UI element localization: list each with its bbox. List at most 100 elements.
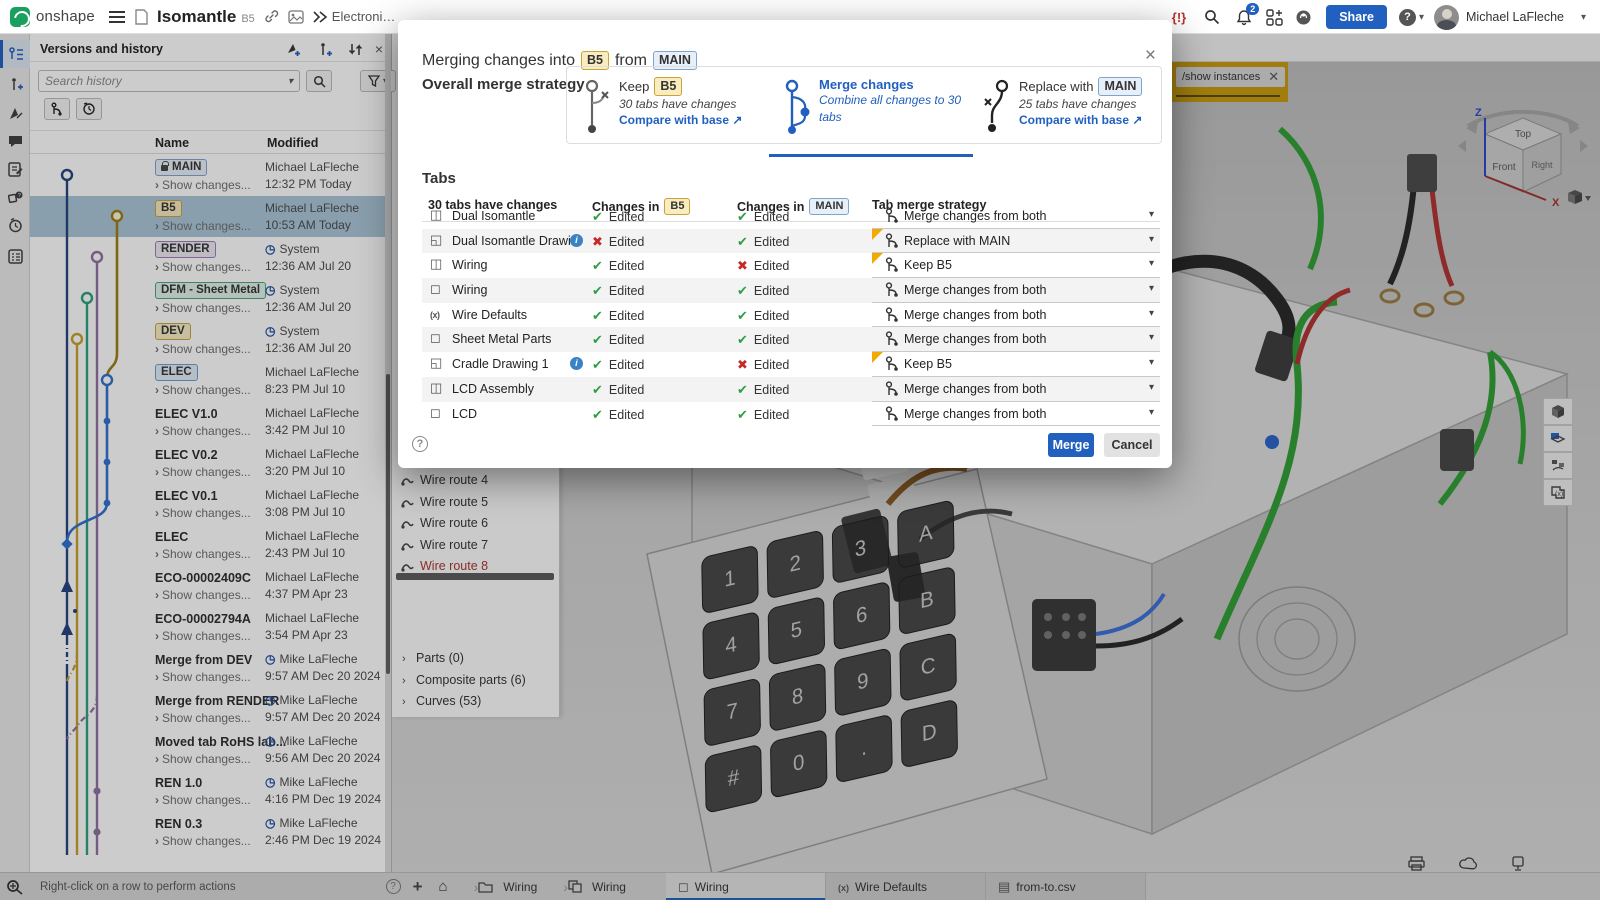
notifications-bell-icon[interactable]: 2: [1236, 9, 1252, 26]
strategy-option-merge[interactable]: Merge changes Combine all changes to 30 …: [783, 77, 969, 145]
document-icon: [134, 9, 149, 25]
main-change-status-icon: [737, 357, 748, 373]
branch-strategy-icon: [885, 233, 899, 249]
linked-document-icon[interactable]: [313, 10, 328, 24]
onshape-logo-text: onshape: [36, 8, 95, 25]
b5-change-status-icon: [592, 258, 603, 274]
edited-label: Edited: [754, 383, 789, 397]
tab-merge-strategy-select[interactable]: Merge changes from both ▾: [872, 377, 1160, 402]
main-menu-icon[interactable]: [109, 11, 125, 23]
tab-type-icon: [430, 331, 441, 344]
info-icon[interactable]: [570, 234, 583, 247]
tab-name: LCD Assembly: [452, 382, 534, 396]
link-icon[interactable]: [264, 9, 279, 24]
tab-type-icon: [430, 356, 442, 369]
tab-name: LCD: [452, 407, 477, 421]
tab-merge-strategy-select[interactable]: Merge changes from both ▾: [872, 204, 1160, 229]
tab-type-icon: [430, 257, 442, 270]
tabs-heading: Tabs: [422, 170, 456, 187]
onshape-logo-icon: [10, 7, 30, 27]
merge-tab-row[interactable]: Dual Isomantle Edited Edited: [422, 204, 1160, 229]
b5-change-status-icon: [592, 308, 603, 324]
tab-type-icon: [430, 307, 440, 320]
insert-image-icon[interactable]: [288, 10, 304, 24]
keep-branch-icon: [583, 79, 613, 135]
tab-merge-strategy-select[interactable]: Merge changes from both ▾: [872, 278, 1160, 303]
tab-type-icon: [430, 233, 442, 246]
edited-label: Edited: [609, 358, 644, 372]
edited-label: Edited: [609, 309, 644, 323]
chevron-down-icon: ▾: [1149, 357, 1154, 368]
cancel-button[interactable]: Cancel: [1104, 433, 1160, 457]
merge-tab-row[interactable]: Dual Isomantle Drawi... Edited Edited: [422, 229, 1160, 254]
main-change-status-icon: [737, 283, 748, 299]
edited-label: Edited: [754, 259, 789, 273]
user-name[interactable]: Michael LaFleche: [1466, 10, 1564, 24]
edited-label: Edited: [609, 235, 644, 249]
compare-with-base-link[interactable]: Compare with base ↗: [1019, 113, 1142, 127]
tab-merge-strategy-select[interactable]: Merge changes from both ▾: [872, 303, 1160, 328]
main-change-status-icon: [737, 234, 748, 250]
strategy-option-replace[interactable]: Replace withMAIN 25 tabs have changes Co…: [983, 77, 1159, 145]
merge-tab-row[interactable]: LCD Assembly Edited Edited: [422, 377, 1160, 402]
merge-tab-row[interactable]: Wiring Edited Edited M: [422, 278, 1160, 303]
branch-strategy-icon: [885, 331, 899, 347]
merge-branch-icon: [783, 79, 813, 135]
edited-label: Edited: [609, 259, 644, 273]
compare-with-base-link[interactable]: Compare with base ↗: [619, 113, 742, 127]
tab-merge-strategy-select[interactable]: Keep B5 ▾: [872, 253, 1160, 278]
b5-change-status-icon: [592, 209, 603, 225]
edited-label: Edited: [754, 358, 789, 372]
strategy-options: KeepB5 30 tabs have changes Compare with…: [566, 66, 1162, 144]
merge-dialog: Merging changes into B5 from MAIN × Over…: [398, 20, 1172, 468]
strategy-option-keep[interactable]: KeepB5 30 tabs have changes Compare with…: [583, 77, 769, 145]
b5-change-status-icon: [592, 357, 603, 373]
main-change-status-icon: [737, 332, 748, 348]
tab-merge-strategy-select[interactable]: Keep B5 ▾: [872, 352, 1160, 377]
branch-strategy-icon: [885, 307, 899, 323]
help-icon[interactable]: ?: [1399, 9, 1416, 26]
merge-tab-row[interactable]: Sheet Metal Parts Edited Edited: [422, 327, 1160, 352]
overall-strategy-label: Overall merge strategy: [422, 76, 585, 93]
dialog-help-icon[interactable]: [412, 436, 428, 452]
close-icon[interactable]: ×: [1145, 46, 1156, 65]
workspace-label: B5: [241, 13, 254, 25]
document-title[interactable]: Isomantle: [157, 7, 236, 27]
user-chevron-down-icon[interactable]: ▾: [1581, 12, 1586, 23]
tab-merge-strategy-select[interactable]: Replace with MAIN ▾: [872, 229, 1160, 254]
b5-change-status-icon: [592, 382, 603, 398]
onshape-logo[interactable]: onshape: [10, 7, 95, 27]
tab-merge-strategy-select[interactable]: Merge changes from both ▾: [872, 327, 1160, 352]
tab-type-icon: [430, 406, 441, 419]
help-chevron-down-icon[interactable]: ▾: [1419, 12, 1424, 23]
edited-label: Edited: [754, 210, 789, 224]
tab-name: Wire Defaults: [452, 308, 527, 322]
merge-tab-row[interactable]: Wire Defaults Edited Edited: [422, 303, 1160, 328]
b5-change-status-icon: [592, 234, 603, 250]
merge-button[interactable]: Merge: [1048, 433, 1094, 457]
apps-icon[interactable]: [1266, 9, 1283, 26]
branch-strategy-icon: [885, 381, 899, 397]
edited-label: Edited: [754, 284, 789, 298]
merge-tab-row[interactable]: LCD Edited Edited Merg: [422, 402, 1160, 427]
merge-tab-row[interactable]: Cradle Drawing 1 Edited Edited: [422, 352, 1160, 377]
main-change-status-icon: [737, 209, 748, 225]
linked-document-label[interactable]: Electroni…: [332, 9, 396, 24]
chevron-down-icon: ▾: [1149, 407, 1154, 418]
avatar[interactable]: [1434, 5, 1459, 30]
tab-name: Dual Isomantle: [452, 209, 535, 223]
chevron-down-icon: ▾: [1149, 382, 1154, 393]
option-badge: B5: [654, 77, 682, 96]
share-button[interactable]: Share: [1326, 5, 1387, 29]
edited-label: Edited: [609, 408, 644, 422]
feedback-icon[interactable]: {!}: [1172, 10, 1186, 25]
merge-tab-row[interactable]: Wiring Edited Edited K: [422, 253, 1160, 278]
tab-merge-strategy-select[interactable]: Merge changes from both ▾: [872, 402, 1160, 427]
modified-strategy-flag: [872, 229, 883, 240]
search-icon[interactable]: [1204, 9, 1220, 25]
learning-center-icon[interactable]: [1295, 9, 1312, 26]
branch-strategy-icon: [885, 356, 899, 372]
info-icon[interactable]: [570, 357, 583, 370]
main-change-status-icon: [737, 407, 748, 423]
edited-label: Edited: [754, 333, 789, 347]
